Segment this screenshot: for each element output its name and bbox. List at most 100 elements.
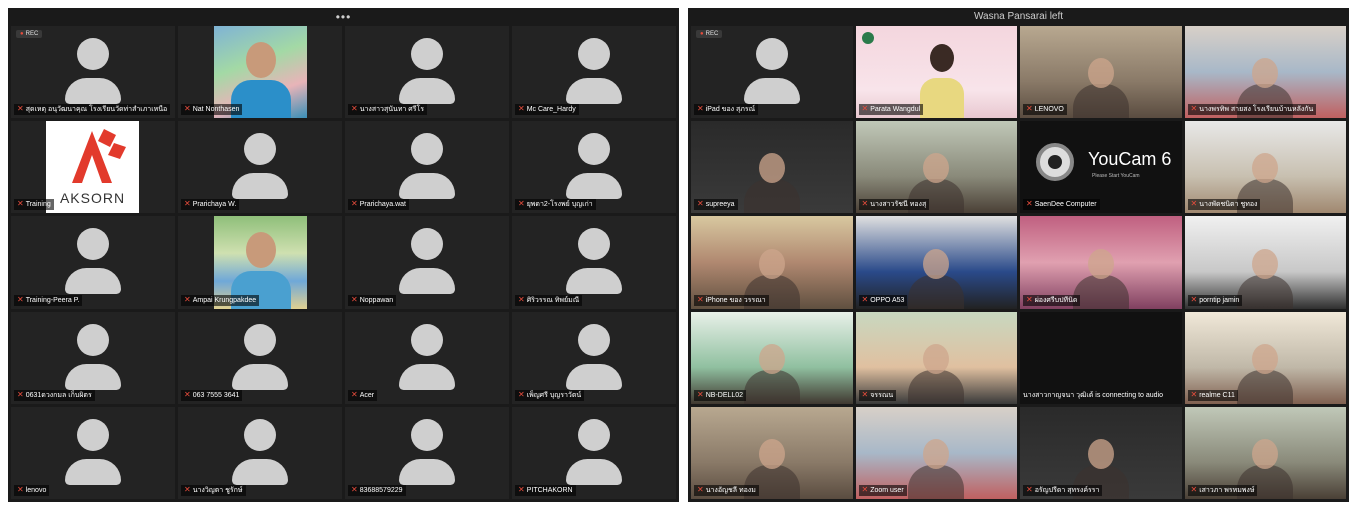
mic-muted-icon: ✕ (1190, 389, 1198, 399)
notification-text: Wasna Pansarai left (973, 11, 1064, 22)
participant-tile[interactable]: ✕ Noppawan (345, 216, 509, 309)
mic-muted-icon: ✕ (17, 199, 24, 209)
avatar-placeholder-icon (225, 133, 295, 200)
participant-name-tag: ✕ นางสาวสุนันทา ศรีโร (348, 104, 428, 116)
avatar-placeholder-icon (559, 418, 629, 485)
participant-name-tag: ✕ นางอัญชลี ทองม (694, 484, 759, 496)
mic-muted-icon: ✕ (184, 104, 191, 114)
participant-tile[interactable]: ✕ นางวิญตา ชูรักษ์ (178, 406, 342, 499)
participant-name-tag: ✕ SaenDee Computer (1023, 199, 1100, 211)
mic-muted-icon: ✕ (17, 484, 24, 494)
participant-name: supreeya (705, 201, 735, 209)
participant-name-tag: ✕ iPad ของ สุภรณ์ (694, 104, 759, 116)
participant-tile[interactable]: ✕ porntip jamin (1184, 216, 1346, 309)
participant-tile[interactable]: ✕ lenovo (11, 406, 175, 499)
participant-tile[interactable]: นางสาวกาญจนา วุฒิเต้ is connecting to au… (1020, 311, 1182, 404)
participant-tile[interactable]: ✕ Acer (345, 311, 509, 404)
participant-tile[interactable]: ✕ OPPO A53 (855, 216, 1017, 309)
participant-name-tag: ✕ 0631ดวงกมล เก็บผิตร (14, 389, 95, 401)
participant-tile[interactable]: ✕ นางสาวรัชนี ทองสุ (855, 121, 1017, 214)
participant-tile[interactable]: YouCam 6 Please Start YouCam ✕ SaenDee Comp… (1020, 121, 1182, 214)
participant-name-tag: ✕ นางวิญตา ชูรักษ์ (181, 484, 246, 496)
participant-tile[interactable]: ✕ ยุพดา2-โรงพย์ บุญเก่า (512, 121, 676, 214)
mic-muted-icon: ✕ (1190, 294, 1198, 304)
participant-tile[interactable]: ✕ NB-DELL02 (691, 311, 853, 404)
mic-muted-icon: ✕ (351, 199, 358, 209)
participant-tile[interactable]: ✕ นางพัดชนิตา ชูทอง (1184, 121, 1346, 214)
participant-tile[interactable]: ✕ นางอัญชลี ทองม (691, 406, 853, 499)
participant-tile[interactable]: ✕ ผ่องศรีบปทีนิด (1020, 216, 1182, 309)
participant-name-tag: ✕ 83688579229 (348, 484, 406, 496)
mic-muted-icon: ✕ (518, 484, 525, 494)
participant-name-tag: ✕ 063 7555 3641 (181, 389, 243, 401)
participant-tile[interactable]: ✕ iPad ของ สุภรณ์ (691, 26, 853, 119)
participant-name: อรัญปรีดา สุทรงค์รรา (1034, 486, 1100, 494)
participant-tile[interactable]: ✕ ศิริวรรณ ทิพย์มณี (512, 216, 676, 309)
participant-name: lenovo (25, 486, 47, 494)
participant-name-tag: ✕ PITCHAKORN (515, 484, 576, 496)
record-dot-icon: ● (20, 31, 24, 37)
participant-tile[interactable]: ✕ realme C11 (1184, 311, 1346, 404)
mic-muted-icon: ✕ (17, 294, 24, 304)
participant-tile[interactable]: ✕ จรรณน (855, 311, 1017, 404)
participant-tile[interactable]: ✕ 83688579229 (345, 406, 509, 499)
participant-name: Prarichaya.wat (359, 201, 406, 209)
participant-name: ยุพดา2-โรงพย์ บุญเก่า (526, 201, 593, 209)
participant-tile[interactable]: ✕ PITCHAKORN (512, 406, 676, 499)
avatar-placeholder-icon (392, 228, 462, 295)
participant-tile[interactable]: ✕ 063 7555 3641 (178, 311, 342, 404)
participant-name: จรรณน (870, 391, 894, 399)
participant-name: PITCHAKORN (526, 486, 573, 494)
participant-tile[interactable]: ✕ เสาวภา พรหมพงษ์ (1184, 406, 1346, 499)
mic-muted-icon: ✕ (184, 389, 191, 399)
participant-name: เพ็ญศรี บุญราวัตน์ (526, 391, 582, 399)
webcam-lens-icon (1036, 143, 1074, 182)
mic-muted-icon: ✕ (1190, 484, 1198, 494)
participant-name-tag: ✕ Prarichaya W. (181, 199, 240, 211)
more-options-icon[interactable]: ••• (336, 10, 352, 24)
participant-name: 83688579229 (359, 486, 403, 494)
participant-tile[interactable]: ✕ iPhone ของ วรรณา (691, 216, 853, 309)
participant-tile[interactable]: ✕ 0631ดวงกมล เก็บผิตร (11, 311, 175, 404)
participant-name-tag: ✕ Prarichaya.wat (348, 199, 409, 211)
mic-muted-icon: ✕ (697, 484, 704, 494)
participant-name: Parata Wangdul (870, 106, 921, 114)
participant-tile[interactable]: ✕ เพ็ญศรี บุญราวัตน์ (512, 311, 676, 404)
participant-tile[interactable]: ✕ Ampai Krungpakdee (178, 216, 342, 309)
left-topbar: ••• (8, 8, 679, 26)
participant-tile[interactable]: ✕ Training-Peera P. (11, 216, 175, 309)
logo-text: AKSORN (59, 190, 126, 207)
participant-tile[interactable]: ✕ Prarichaya.wat (345, 121, 509, 214)
participant-name: NB-DELL02 (705, 391, 744, 399)
participant-name-tag: ✕ ยุพดา2-โรงพย์ บุญเก่า (515, 199, 596, 211)
participant-tile[interactable]: ✕ นางพรทิพ สายสง โรงเรียนบ้านหลังกัน (1184, 26, 1346, 119)
participant-name-tag: ✕ Noppawan (348, 294, 397, 306)
participant-tile[interactable]: ✕ Parata Wangdul (855, 26, 1017, 119)
participant-tile[interactable]: AKSORN ✕ Training (11, 121, 175, 214)
participant-name: Nat Nonthasen (192, 106, 240, 114)
participant-tile[interactable]: ✕ นางสาวสุนันทา ศรีโร (345, 26, 509, 119)
participant-tile[interactable]: ✕ Zoom user (855, 406, 1017, 499)
avatar-placeholder-icon (559, 228, 629, 295)
avatar-placeholder-icon (225, 418, 295, 485)
participant-name-tag: ✕ นางสาวรัชนี ทองสุ (858, 199, 930, 211)
avatar-placeholder-icon (392, 133, 462, 200)
participant-tile[interactable]: ✕ Prarichaya W. (178, 121, 342, 214)
participant-tile[interactable]: ✕ อรัญปรีดา สุทรงค์รรา (1020, 406, 1182, 499)
participant-name: Mc Care_Hardy (526, 106, 576, 114)
participant-name: Acer (359, 391, 375, 399)
participant-tile[interactable]: ✕ Mc Care_Hardy (512, 26, 676, 119)
recording-badge: ● REC (696, 30, 723, 38)
record-dot-icon: ● (700, 31, 704, 37)
participant-tile[interactable]: ✕ supreeya (691, 121, 853, 214)
participant-tile[interactable]: ✕ Nat Nonthasen (178, 26, 342, 119)
participant-name: Zoom user (870, 486, 904, 494)
mic-muted-icon: ✕ (351, 294, 358, 304)
mic-muted-icon: ✕ (861, 294, 869, 304)
participant-tile[interactable]: ✕ สุดเหตุ อนุวัฒนาคุณ โรงเรียนวัดท่าสำเภา… (11, 26, 175, 119)
right-participant-grid: ✕ iPad ของ สุภรณ์ ✕ Parata Wangdul ✕ LENOVO ✕ น… (691, 26, 1346, 499)
mic-muted-icon: ✕ (1026, 484, 1033, 494)
participant-tile[interactable]: ✕ LENOVO (1020, 26, 1182, 119)
participant-name-tag: ✕ lenovo (14, 484, 50, 496)
mic-muted-icon: ✕ (861, 104, 869, 114)
